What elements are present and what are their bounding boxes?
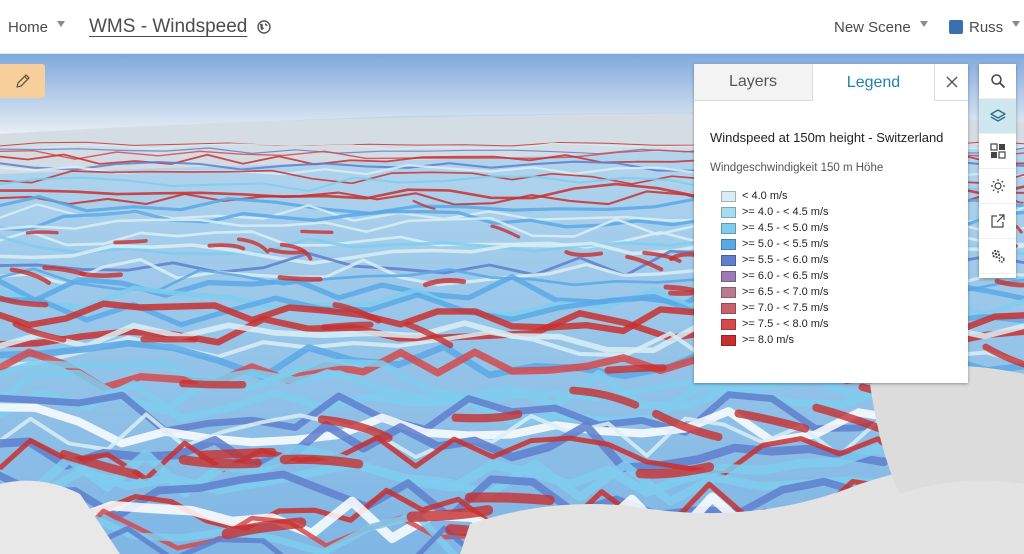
- legend-swatch: [721, 318, 736, 330]
- legend-label: >= 5.0 - < 5.5 m/s: [742, 238, 829, 250]
- chevron-down-icon: [919, 21, 928, 27]
- scene-title[interactable]: WMS - Windspeed: [89, 0, 272, 54]
- chevron-down-icon: [1012, 21, 1021, 27]
- valley-streak: [406, 505, 494, 522]
- legend-swatch: [721, 222, 736, 234]
- legend-swatch: [721, 286, 736, 298]
- valley-streak: [451, 410, 523, 423]
- legend-panel: Layers Legend Windspeed at 150m height -…: [694, 64, 968, 383]
- legend-label: >= 6.0 - < 6.5 m/s: [742, 270, 829, 282]
- legend-item: >= 7.5 - < 8.0 m/s: [721, 316, 829, 332]
- legend-swatch: [721, 206, 736, 218]
- service-title: Windspeed at 150m height - Switzerland: [710, 130, 944, 145]
- legend-label: < 4.0 m/s: [742, 190, 788, 202]
- legend-item: >= 6.5 - < 7.0 m/s: [721, 284, 829, 300]
- user-avatar-icon: [949, 20, 963, 34]
- new-scene-menu[interactable]: New Scene: [834, 0, 928, 54]
- legend-item: >= 4.0 - < 4.5 m/s: [721, 204, 829, 220]
- share-icon: [990, 214, 1005, 228]
- legend-label: >= 6.5 - < 7.0 m/s: [742, 286, 829, 298]
- legend-label: >= 4.5 - < 5.0 m/s: [742, 222, 829, 234]
- tab-layers[interactable]: Layers: [694, 64, 813, 101]
- legend-item: >= 7.0 - < 7.5 m/s: [721, 300, 829, 316]
- valley-streak: [179, 379, 247, 389]
- chevron-down-icon: [57, 21, 66, 27]
- legend-label: >= 5.5 - < 6.0 m/s: [742, 254, 829, 266]
- search-icon: [990, 74, 1005, 89]
- share-button[interactable]: [979, 204, 1016, 239]
- close-panel-button[interactable]: [934, 64, 968, 101]
- valley-streak: [198, 447, 277, 460]
- legend-label: >= 8.0 m/s: [742, 334, 794, 346]
- home-menu[interactable]: Home: [8, 0, 66, 54]
- home-label: Home: [8, 18, 49, 36]
- app-header: Home WMS - Windspeed New Scene Russ: [0, 0, 1024, 54]
- valley-streak: [300, 229, 334, 234]
- legend-list: < 4.0 m/s >= 4.0 - < 4.5 m/s >= 4.5 - < …: [721, 188, 829, 348]
- legend-item: < 4.0 m/s: [721, 188, 829, 204]
- legend-swatch: [721, 302, 736, 314]
- legend-label: >= 4.0 - < 4.5 m/s: [742, 206, 829, 218]
- settings-icon: [991, 249, 1005, 263]
- settings-button[interactable]: [979, 239, 1016, 274]
- legend-item: >= 5.5 - < 6.0 m/s: [721, 252, 829, 268]
- tab-legend[interactable]: Legend: [813, 64, 934, 101]
- user-name: Russ: [969, 18, 1004, 36]
- new-scene-label: New Scene: [834, 18, 911, 36]
- legend-item: >= 4.5 - < 5.0 m/s: [721, 220, 829, 236]
- layer-title: Windgeschwindigkeit 150 m Höhe: [710, 162, 884, 174]
- legend-swatch: [721, 270, 736, 282]
- user-menu[interactable]: Russ: [949, 0, 1021, 54]
- valley-streak: [178, 455, 262, 469]
- legend-item: >= 8.0 m/s: [721, 332, 829, 348]
- edit-button[interactable]: [0, 64, 45, 98]
- legend-label: >= 7.0 - < 7.5 m/s: [742, 302, 829, 314]
- tab-layers-label: Layers: [728, 73, 778, 90]
- daylight-button[interactable]: [979, 169, 1016, 204]
- globe-icon: [257, 20, 272, 34]
- close-icon: [946, 76, 957, 88]
- tab-legend-label: Legend: [846, 73, 901, 91]
- terrain-lowland-east: [870, 366, 1024, 494]
- legend-swatch: [721, 238, 736, 250]
- legend-swatch: [721, 334, 736, 346]
- legend-item: >= 5.0 - < 5.5 m/s: [721, 236, 829, 252]
- valley-streak: [604, 364, 667, 374]
- pencil-icon: [15, 74, 30, 88]
- valley-streak: [277, 274, 323, 282]
- legend-swatch: [721, 190, 736, 202]
- basemap-gallery-icon: [989, 143, 1006, 159]
- layers-button[interactable]: [979, 99, 1016, 134]
- legend-swatch: [721, 254, 736, 266]
- scene-title-text: WMS - Windspeed: [89, 16, 248, 37]
- valley-streak: [320, 321, 374, 331]
- valley-streak: [113, 238, 148, 245]
- valley-streak: [279, 454, 364, 469]
- valley-streak: [79, 271, 123, 278]
- daylight-icon: [990, 179, 1005, 193]
- valley-streak: [25, 230, 59, 235]
- view-toolbar: [979, 64, 1016, 278]
- panel-tabs: Layers Legend: [694, 64, 968, 101]
- basemap-gallery-button[interactable]: [979, 134, 1016, 169]
- valley-streak: [464, 492, 555, 506]
- layers-icon: [989, 109, 1006, 122]
- legend-item: >= 6.0 - < 6.5 m/s: [721, 268, 829, 284]
- legend-label: >= 7.5 - < 8.0 m/s: [742, 318, 829, 330]
- search-button[interactable]: [979, 64, 1016, 99]
